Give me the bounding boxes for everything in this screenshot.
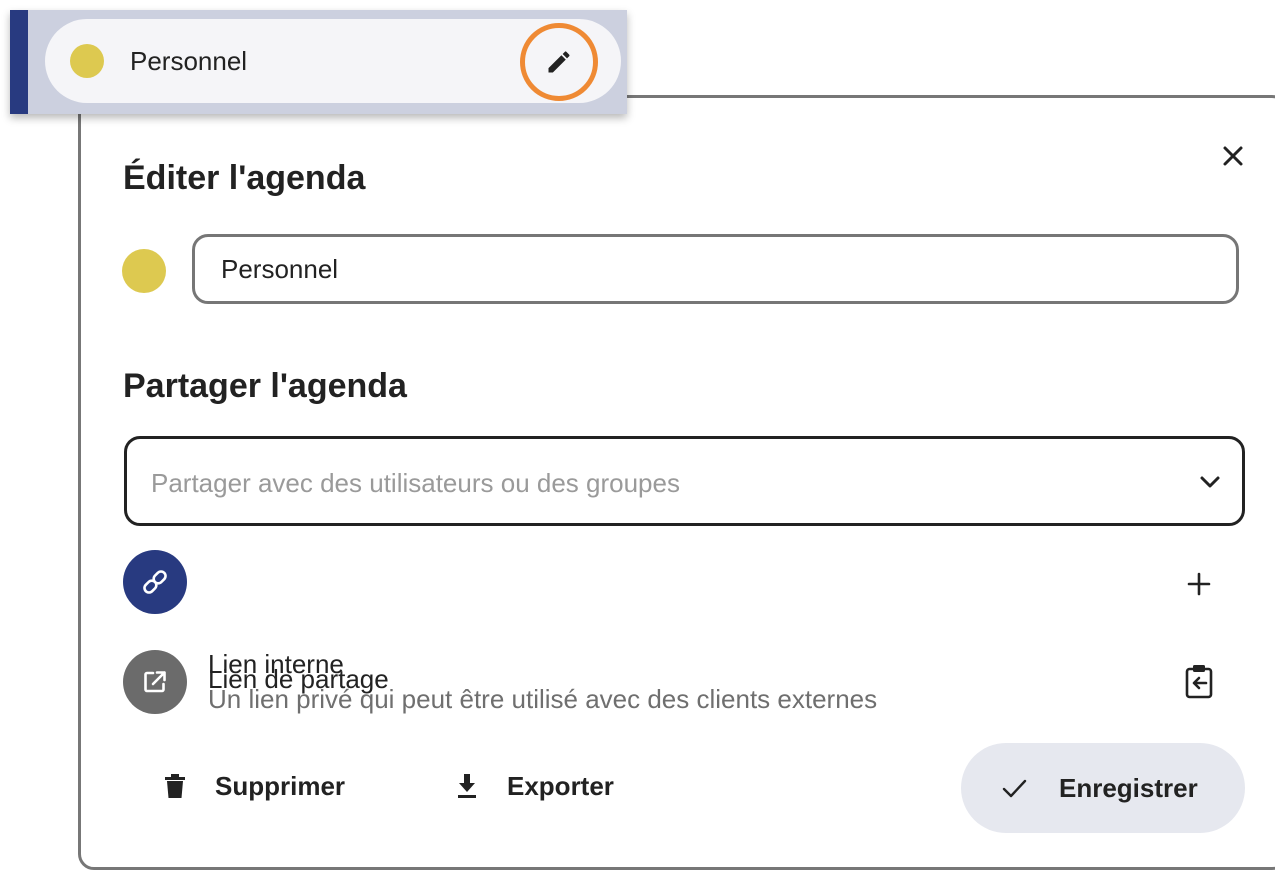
share-select-placeholder: Partager avec des utilisateurs ou des gr… bbox=[151, 468, 680, 498]
calendar-name-input[interactable] bbox=[192, 234, 1239, 304]
close-button[interactable] bbox=[1213, 136, 1253, 176]
delete-label: Supprimer bbox=[215, 770, 346, 801]
add-share-link-button[interactable] bbox=[1181, 566, 1217, 602]
delete-button[interactable]: Supprimer bbox=[159, 758, 345, 814]
edit-calendar-title: Éditer l'agenda bbox=[123, 159, 366, 197]
share-calendar-title: Partager l'agenda bbox=[123, 367, 407, 405]
save-button[interactable]: Enregistrer bbox=[961, 743, 1245, 833]
save-label: Enregistrer bbox=[1059, 773, 1198, 803]
calendar-color-dot bbox=[70, 44, 104, 78]
download-icon bbox=[458, 774, 476, 798]
edit-calendar-button[interactable] bbox=[520, 23, 598, 101]
plus-icon bbox=[1187, 572, 1211, 596]
sidebar-calendar-strip: Personnel bbox=[10, 10, 627, 114]
calendar-color-picker[interactable] bbox=[122, 249, 166, 293]
chevron-down-icon bbox=[1200, 476, 1220, 488]
share-users-groups-select[interactable]: Partager avec des utilisateurs ou des gr… bbox=[124, 436, 1245, 526]
trash-icon bbox=[165, 774, 185, 798]
clipboard-icon bbox=[1185, 665, 1213, 699]
edit-calendar-dialog: Éditer l'agenda Partager l'agenda Partag… bbox=[78, 95, 1275, 870]
share-link-avatar bbox=[123, 550, 187, 614]
internal-link-label: Lien interne bbox=[208, 649, 344, 679]
check-icon bbox=[1002, 779, 1027, 798]
sidebar-item-personnel[interactable]: Personnel bbox=[45, 19, 621, 103]
close-icon bbox=[1223, 146, 1243, 166]
link-icon bbox=[143, 570, 167, 594]
export-label: Exporter bbox=[507, 770, 614, 801]
export-button[interactable]: Exporter bbox=[451, 758, 614, 814]
sidebar-item-label: Personnel bbox=[130, 46, 248, 76]
sidebar-active-indicator bbox=[10, 10, 28, 114]
pencil-icon bbox=[548, 51, 570, 73]
internal-link-description: Un lien privé qui peut être utilisé avec… bbox=[208, 684, 878, 714]
internal-link-avatar bbox=[123, 650, 187, 714]
copy-internal-link-button[interactable] bbox=[1181, 662, 1217, 702]
open-in-new-icon bbox=[144, 671, 166, 693]
